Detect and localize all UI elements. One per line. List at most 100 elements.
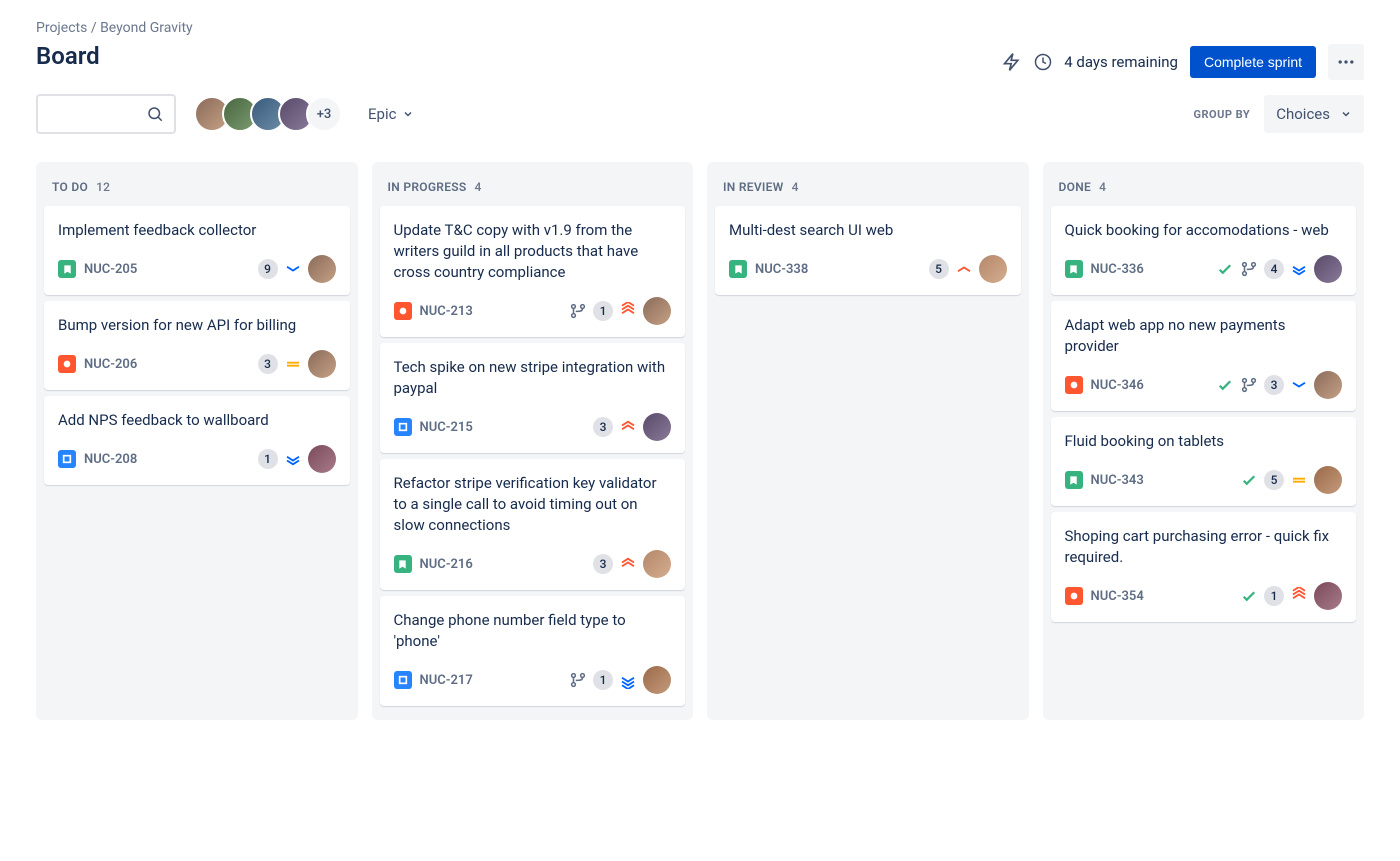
- more-options-button[interactable]: [1328, 44, 1364, 80]
- story-points-badge: 3: [1264, 375, 1284, 395]
- assignee-avatar[interactable]: [1314, 466, 1342, 494]
- epic-dropdown[interactable]: Epic: [360, 97, 422, 131]
- assignee-avatar[interactable]: [643, 413, 671, 441]
- issue-key: NUC-338: [755, 262, 808, 277]
- card[interactable]: Change phone number field type to 'phone…: [380, 596, 686, 706]
- issue-type-icon: [729, 260, 747, 278]
- card-title: Quick booking for accomodations - web: [1065, 220, 1343, 241]
- story-points-badge: 5: [929, 259, 949, 279]
- breadcrumb-projects[interactable]: Projects: [36, 20, 87, 36]
- story-points-badge: 1: [593, 670, 613, 690]
- column-header: IN REVIEW 4: [715, 170, 1021, 206]
- column-header: DONE 4: [1051, 170, 1357, 206]
- issue-key: NUC-217: [420, 673, 473, 688]
- card-title: Update T&C copy with v1.9 from the write…: [394, 220, 672, 283]
- priority-icon: [619, 671, 637, 689]
- issue-type-icon: [394, 555, 412, 573]
- column-done: DONE 4 Quick booking for accomodations -…: [1043, 162, 1365, 720]
- card[interactable]: Bump version for new API for billing NUC…: [44, 301, 350, 390]
- branch-icon: [1240, 376, 1258, 394]
- card-title: Change phone number field type to 'phone…: [394, 610, 672, 652]
- card[interactable]: Fluid booking on tablets NUC-343 5: [1051, 417, 1357, 506]
- card-title: Refactor stripe verification key validat…: [394, 473, 672, 536]
- search-input[interactable]: [36, 94, 176, 134]
- story-points-badge: 4: [1264, 259, 1284, 279]
- column-count: 4: [475, 180, 482, 194]
- card[interactable]: Multi-dest search UI web NUC-338 5: [715, 206, 1021, 295]
- card[interactable]: Implement feedback collector NUC-205 9: [44, 206, 350, 295]
- column-header: TO DO 12: [44, 170, 350, 206]
- avatar-stack[interactable]: +3: [194, 96, 342, 132]
- branch-icon: [569, 302, 587, 320]
- assignee-avatar[interactable]: [1314, 371, 1342, 399]
- card-title: Fluid booking on tablets: [1065, 431, 1343, 452]
- card[interactable]: Tech spike on new stripe integration wit…: [380, 343, 686, 453]
- chevron-down-icon: [1340, 108, 1352, 120]
- breadcrumb: Projects / Beyond Gravity: [36, 20, 193, 36]
- check-icon: [1240, 587, 1258, 605]
- clock-icon: [1034, 53, 1052, 71]
- issue-type-icon: [1065, 376, 1083, 394]
- story-points-badge: 3: [593, 417, 613, 437]
- issue-key: NUC-213: [420, 304, 473, 319]
- breadcrumb-project[interactable]: Beyond Gravity: [100, 20, 193, 36]
- groupby-dropdown[interactable]: Choices: [1264, 95, 1364, 133]
- card[interactable]: Shoping cart purchasing error - quick fi…: [1051, 512, 1357, 622]
- issue-type-icon: [394, 671, 412, 689]
- issue-key: NUC-208: [84, 452, 137, 467]
- assignee-avatar[interactable]: [643, 297, 671, 325]
- issue-type-icon: [1065, 587, 1083, 605]
- chevron-down-icon: [402, 108, 414, 120]
- assignee-avatar[interactable]: [1314, 255, 1342, 283]
- issue-type-icon: [58, 355, 76, 373]
- priority-icon: [284, 450, 302, 468]
- card[interactable]: Adapt web app no new payments provider N…: [1051, 301, 1357, 411]
- column-title: DONE: [1059, 180, 1092, 194]
- assignee-avatar[interactable]: [1314, 582, 1342, 610]
- story-points-badge: 1: [258, 449, 278, 469]
- assignee-avatar[interactable]: [979, 255, 1007, 283]
- card-title: Adapt web app no new payments provider: [1065, 315, 1343, 357]
- column-count: 4: [792, 180, 799, 194]
- card[interactable]: Update T&C copy with v1.9 from the write…: [380, 206, 686, 337]
- card[interactable]: Quick booking for accomodations - web NU…: [1051, 206, 1357, 295]
- column-title: IN REVIEW: [723, 180, 784, 194]
- story-points-badge: 1: [593, 301, 613, 321]
- issue-type-icon: [394, 302, 412, 320]
- column-title: IN PROGRESS: [388, 180, 467, 194]
- priority-icon: [284, 355, 302, 373]
- bolt-icon[interactable]: [1002, 52, 1022, 72]
- priority-icon: [1290, 260, 1308, 278]
- assignee-avatar[interactable]: [308, 445, 336, 473]
- issue-key: NUC-354: [1091, 589, 1144, 604]
- issue-key: NUC-206: [84, 357, 137, 372]
- story-points-badge: 5: [1264, 470, 1284, 490]
- column-in-review: IN REVIEW 4 Multi-dest search UI web NUC…: [707, 162, 1029, 720]
- priority-icon: [619, 302, 637, 320]
- assignee-avatar[interactable]: [308, 350, 336, 378]
- issue-type-icon: [1065, 471, 1083, 489]
- check-icon: [1216, 376, 1234, 394]
- search-icon: [146, 105, 164, 123]
- assignee-avatar[interactable]: [308, 255, 336, 283]
- column-count: 4: [1099, 180, 1106, 194]
- column-count: 12: [96, 180, 110, 194]
- card-title: Tech spike on new stripe integration wit…: [394, 357, 672, 399]
- issue-type-icon: [1065, 260, 1083, 278]
- story-points-badge: 3: [593, 554, 613, 574]
- issue-type-icon: [58, 260, 76, 278]
- complete-sprint-button[interactable]: Complete sprint: [1190, 46, 1316, 78]
- issue-key: NUC-205: [84, 262, 137, 277]
- card[interactable]: Refactor stripe verification key validat…: [380, 459, 686, 590]
- priority-icon: [619, 418, 637, 436]
- assignee-avatar[interactable]: [643, 666, 671, 694]
- card[interactable]: Add NPS feedback to wallboard NUC-208 1: [44, 396, 350, 485]
- card-title: Multi-dest search UI web: [729, 220, 1007, 241]
- priority-icon: [284, 260, 302, 278]
- avatar-more[interactable]: +3: [306, 96, 342, 132]
- priority-icon: [955, 260, 973, 278]
- assignee-avatar[interactable]: [643, 550, 671, 578]
- priority-icon: [1290, 471, 1308, 489]
- column-header: IN PROGRESS 4: [380, 170, 686, 206]
- column-in-progress: IN PROGRESS 4 Update T&C copy with v1.9 …: [372, 162, 694, 720]
